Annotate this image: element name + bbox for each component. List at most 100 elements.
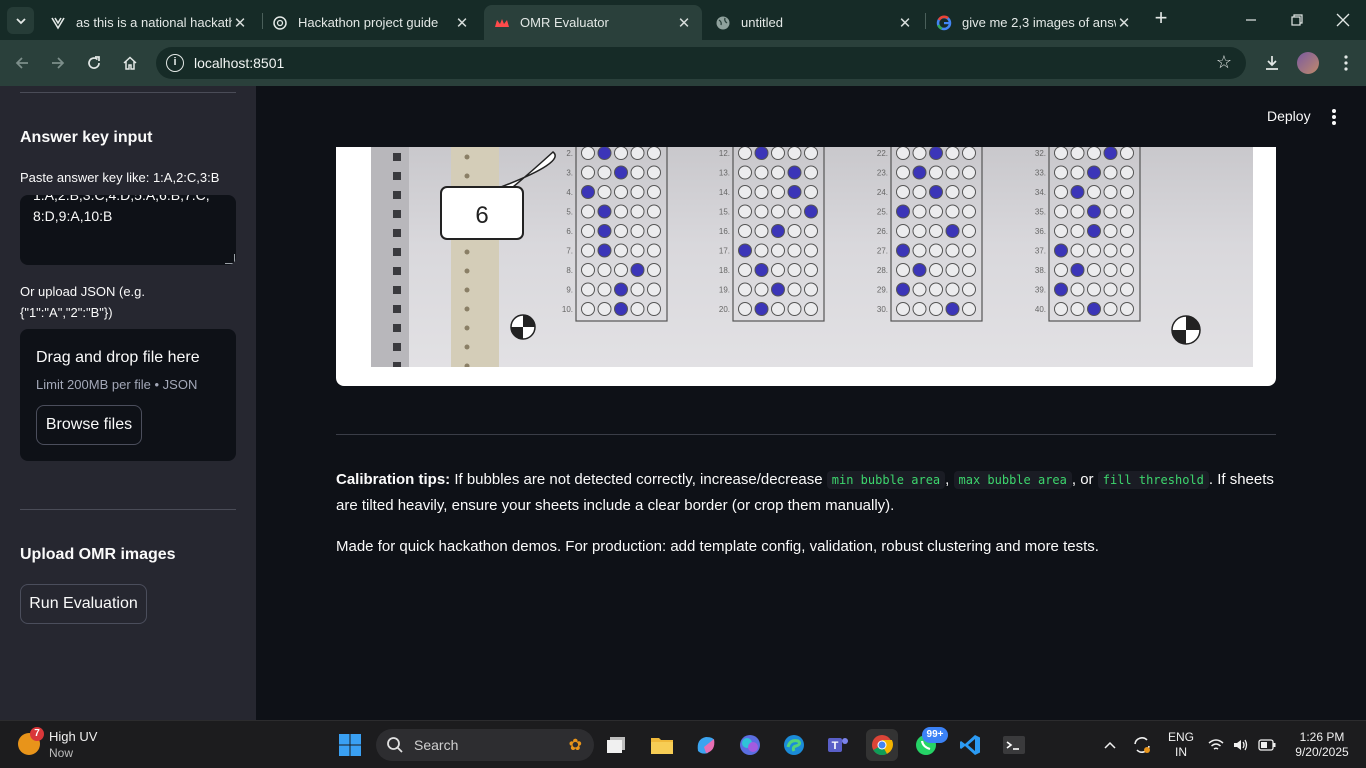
forward-button[interactable] [44, 49, 72, 77]
browser-tabstrip: as this is a national hackatho ✕ Hackath… [0, 0, 1366, 40]
app-menu-icon[interactable] [1326, 107, 1342, 127]
deploy-button[interactable]: Deploy [1267, 108, 1311, 124]
empty-bubble [1070, 243, 1085, 258]
question-number: 13. [719, 169, 730, 178]
browser-tab-4[interactable]: untitled ✕ [705, 5, 923, 40]
browser-menu-button[interactable] [1332, 49, 1360, 77]
empty-bubble [1054, 204, 1068, 219]
empty-bubble [754, 243, 769, 258]
code-max-bubble-area: max bubble area [953, 471, 1072, 489]
empty-bubble [647, 282, 661, 297]
taskbar-search[interactable]: Search ✿ [376, 729, 594, 761]
filled-bubble [787, 185, 802, 199]
vscode-button[interactable] [954, 729, 986, 761]
copilot-button[interactable] [690, 729, 722, 761]
empty-bubble [1120, 185, 1134, 199]
site-info-icon[interactable]: i [166, 54, 184, 72]
terminal-button[interactable] [998, 729, 1030, 761]
reload-button[interactable] [80, 49, 108, 77]
callout-tail [500, 151, 556, 188]
empty-bubble [614, 185, 628, 199]
answer-key-textarea[interactable]: 1:A,2:B,3:C,4:D,5:A,6:B,7:C, 8:D,9:A,10:… [20, 195, 236, 265]
empty-bubble [787, 263, 802, 277]
question-number: 37. [1035, 247, 1046, 256]
empty-bubble [912, 282, 927, 297]
edge-button[interactable] [778, 729, 810, 761]
run-evaluation-button[interactable]: Run Evaluation [20, 584, 147, 624]
home-button[interactable] [116, 49, 144, 77]
file-dropzone[interactable]: Drag and drop file here Limit 200MB per … [20, 329, 236, 461]
browser-toolbar: i localhost:8501 ☆ [0, 40, 1366, 86]
task-view-button[interactable] [600, 729, 632, 761]
address-bar[interactable]: i localhost:8501 ☆ [156, 47, 1246, 79]
input-language[interactable]: ENG IN [1164, 730, 1198, 760]
filled-bubble [929, 185, 943, 199]
browser-tab-2[interactable]: Hackathon project guide ✕ [262, 5, 480, 40]
close-icon[interactable]: ✕ [454, 14, 470, 32]
close-window-button[interactable] [1320, 0, 1366, 40]
empty-bubble [647, 204, 661, 219]
dropzone-limit: Limit 200MB per file • JSON [36, 377, 198, 392]
empty-bubble [614, 224, 628, 238]
chrome-button[interactable] [866, 729, 898, 761]
empty-bubble [597, 302, 612, 316]
close-icon[interactable]: ✕ [897, 14, 913, 32]
empty-bubble [804, 243, 818, 258]
empty-bubble [1103, 243, 1118, 258]
m365-button[interactable] [734, 729, 766, 761]
empty-bubble [738, 204, 752, 219]
empty-bubble [945, 147, 960, 160]
perforation-hole [393, 343, 401, 351]
teams-button[interactable]: T [822, 729, 854, 761]
tab-search-button[interactable] [7, 7, 34, 34]
empty-bubble [771, 243, 785, 258]
clock[interactable]: 1:26 PM 9/20/2025 [1282, 730, 1362, 760]
bookmark-star-icon[interactable]: ☆ [1216, 52, 1232, 73]
file-explorer-button[interactable] [646, 729, 678, 761]
calibration-text: If bubbles are not detected correctly, i… [450, 471, 827, 488]
quick-settings-button[interactable] [1204, 729, 1280, 761]
filled-bubble [614, 302, 628, 316]
question-number: 16. [719, 227, 730, 236]
close-icon [1336, 13, 1350, 27]
minimize-button[interactable] [1228, 0, 1274, 40]
tray-overflow-button[interactable] [1094, 729, 1126, 761]
empty-bubble [929, 243, 943, 258]
close-icon[interactable]: ✕ [232, 14, 248, 32]
resize-handle-icon[interactable] [225, 254, 235, 264]
sync-button[interactable] [1126, 729, 1158, 761]
empty-bubble [647, 263, 661, 277]
divider [20, 92, 236, 93]
new-tab-button[interactable]: + [1150, 7, 1172, 30]
empty-bubble [804, 185, 818, 199]
globe-icon [715, 15, 731, 31]
filled-bubble [912, 263, 927, 277]
start-button[interactable] [334, 729, 366, 761]
empty-bubble [1120, 204, 1134, 219]
restore-icon [1291, 14, 1303, 26]
downloads-button[interactable] [1258, 49, 1286, 77]
restore-button[interactable] [1274, 0, 1320, 40]
close-icon[interactable]: ✕ [1116, 14, 1132, 32]
question-number: 27. [877, 247, 888, 256]
filled-bubble [1070, 263, 1085, 277]
browser-tab-1[interactable]: as this is a national hackatho ✕ [40, 5, 258, 40]
close-icon[interactable]: ✕ [676, 14, 692, 32]
sidebar: Answer key input Paste answer key like: … [0, 86, 256, 720]
filled-bubble [912, 165, 927, 180]
clock-date: 9/20/2025 [1295, 745, 1349, 759]
question-number: 23. [877, 169, 888, 178]
back-button[interactable] [8, 49, 36, 77]
empty-bubble [804, 165, 818, 180]
profile-button[interactable] [1294, 49, 1322, 77]
separator-text: , [945, 471, 954, 488]
empty-bubble [787, 282, 802, 297]
upload-omr-heading: Upload OMR images [20, 546, 176, 563]
browse-files-button[interactable]: Browse files [36, 405, 142, 445]
question-number: 35. [1035, 208, 1046, 217]
question-number: 25. [877, 208, 888, 217]
browser-tab-5[interactable]: give me 2,3 images of answ ✕ [926, 5, 1142, 40]
empty-bubble [1103, 165, 1118, 180]
sync-icon [1134, 737, 1150, 753]
browser-tab-3[interactable]: OMR Evaluator ✕ [484, 5, 702, 40]
